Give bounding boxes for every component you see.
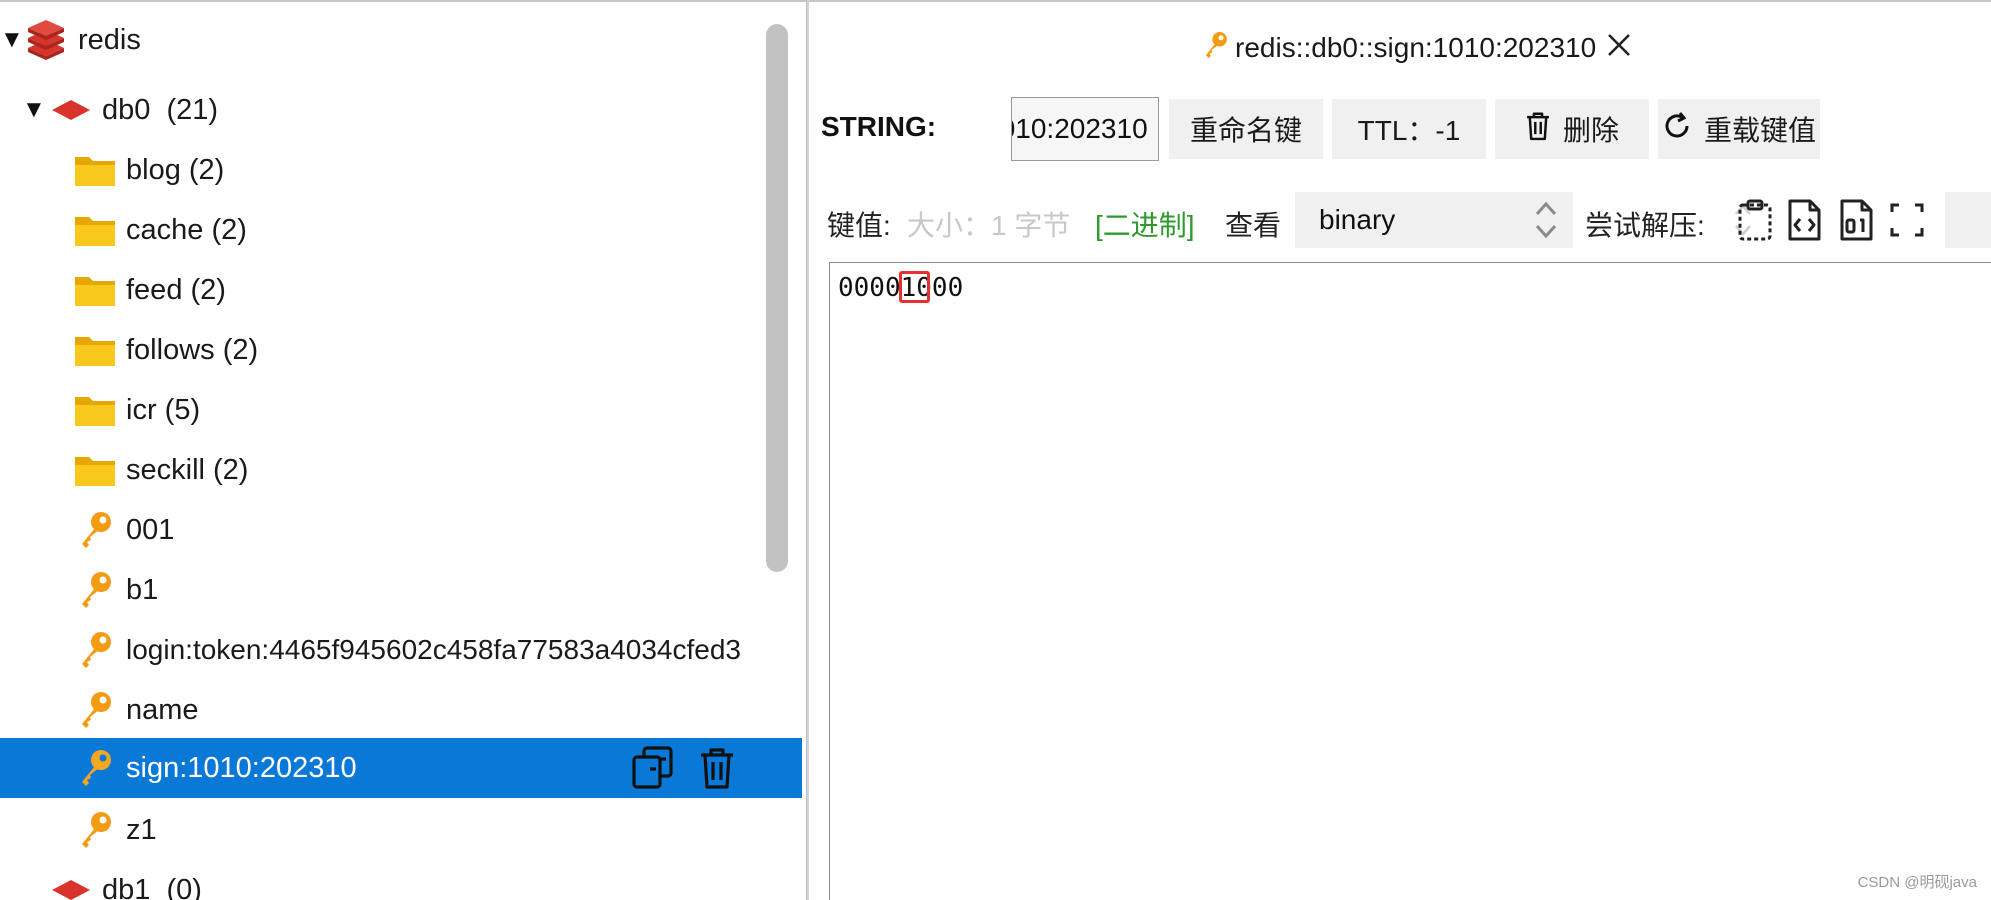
- tree-folder-seckill[interactable]: seckill (2): [0, 440, 802, 500]
- key-type-label: STRING:: [821, 111, 937, 142]
- trash-icon: [1525, 111, 1551, 148]
- folder-icon: [74, 393, 116, 427]
- tree-node-db0[interactable]: ▼ db0 (21): [0, 80, 802, 140]
- tree-label: sign:1010:202310: [126, 751, 357, 784]
- decompress-label: 尝试解压:: [1585, 210, 1705, 241]
- tree-folder-blog[interactable]: blog (2): [0, 140, 802, 200]
- tree-key-z1[interactable]: z1: [0, 800, 802, 860]
- tree-label: name: [126, 693, 199, 726]
- reload-value-button[interactable]: 重载键值: [1658, 99, 1820, 159]
- folder-icon: [74, 333, 116, 367]
- tree-label: icr (5): [126, 393, 201, 426]
- rename-key-button[interactable]: 重命名键: [1169, 99, 1323, 159]
- key-icon: [78, 810, 114, 850]
- key-toolbar: STRING: 重命名键 TTL：-1 删除: [809, 97, 1991, 161]
- key-icon: [78, 630, 114, 670]
- code-file-icon[interactable]: [1785, 198, 1823, 242]
- rename-key-label: 重命名键: [1189, 115, 1302, 146]
- reload-label: 重载键值: [1703, 115, 1816, 146]
- database-icon: [50, 878, 92, 900]
- delete-key-button[interactable]: 删除: [1495, 99, 1649, 159]
- connection-tree: ▼ redis ▼ db0 (21) blog (2) cache (2) fe…: [0, 0, 806, 900]
- expand-arrow-icon[interactable]: ▼: [22, 96, 46, 124]
- redis-icon: [24, 18, 68, 62]
- tree-key-sign-selected[interactable]: sign:1010:202310: [0, 738, 802, 798]
- binary-tag: [二进制]: [1095, 210, 1195, 241]
- highlight-annotation: [899, 271, 930, 303]
- key-detail-panel: redis::db0::sign:1010:202310 STRING: 重命名…: [809, 0, 1991, 900]
- clipboard-icon[interactable]: [1735, 198, 1775, 242]
- database-icon: [50, 98, 92, 122]
- binary-file-icon[interactable]: [1837, 198, 1875, 242]
- tree-folder-follows[interactable]: follows (2): [0, 320, 802, 380]
- delete-key-icon[interactable]: [698, 746, 736, 790]
- key-icon: [78, 570, 114, 610]
- fullscreen-icon[interactable]: [1889, 198, 1925, 242]
- key-icon: [78, 690, 114, 730]
- tab-key-detail[interactable]: redis::db0::sign:1010:202310: [1203, 28, 1632, 68]
- delete-label: 删除: [1562, 115, 1619, 146]
- tree-label: cache (2): [126, 213, 247, 246]
- tree-key-name[interactable]: name: [0, 680, 802, 740]
- expand-arrow-icon[interactable]: ▼: [0, 26, 24, 54]
- tree-label: db1 (0): [102, 873, 202, 900]
- tree-scrollbar[interactable]: [766, 24, 788, 572]
- tree-label: login:token:4465f945602c458fa77583a4034c…: [126, 634, 742, 665]
- tree-node-db1[interactable]: db1 (0): [0, 860, 802, 900]
- folder-icon: [74, 213, 116, 247]
- folder-icon: [74, 153, 116, 187]
- app-window: ▼ redis ▼ db0 (21) blog (2) cache (2) fe…: [0, 0, 1991, 900]
- key-icon: [1203, 30, 1229, 67]
- folder-icon: [74, 453, 116, 487]
- tree-label: feed (2): [126, 273, 226, 306]
- view-mode-value: binary: [1319, 204, 1396, 235]
- reload-icon: [1662, 111, 1692, 148]
- tree-label: b1: [126, 573, 159, 606]
- key-name-input[interactable]: [1011, 97, 1159, 161]
- tree-key-b1[interactable]: b1: [0, 560, 802, 620]
- tab-title: redis::db0::sign:1010:202310: [1235, 32, 1597, 63]
- tree-folder-cache[interactable]: cache (2): [0, 200, 802, 260]
- close-tab-icon[interactable]: [1606, 32, 1632, 65]
- tree-node-redis[interactable]: ▼ redis: [0, 10, 802, 70]
- tree-label: z1: [126, 813, 157, 846]
- row-actions: [630, 745, 736, 791]
- tree-folder-icr[interactable]: icr (5): [0, 380, 802, 440]
- view-mode-select[interactable]: binary: [1295, 192, 1573, 248]
- copy-key-icon[interactable]: [630, 745, 676, 791]
- value-toolbar: 键值: 大小：1 字节 [二进制] 查看 binary 尝试解压:: [809, 192, 1991, 252]
- tree-folder-feed[interactable]: feed (2): [0, 260, 802, 320]
- ttl-button[interactable]: TTL：-1: [1332, 99, 1486, 159]
- tree-key-001[interactable]: 001: [0, 500, 802, 560]
- ttl-label: TTL：-1: [1357, 115, 1461, 146]
- tree-label: follows (2): [126, 333, 259, 366]
- tree-label: seckill (2): [126, 453, 249, 486]
- tree-label: db0 (21): [102, 93, 219, 126]
- tree-label: redis: [78, 23, 141, 56]
- tree-label: blog (2): [126, 153, 225, 186]
- watermark: CSDN @明砚java: [1857, 874, 1977, 891]
- tree-label: 001: [126, 513, 175, 546]
- value-label: 键值:: [827, 210, 891, 241]
- key-icon: [78, 748, 114, 788]
- select-chevron-icon: [1533, 198, 1559, 249]
- view-label: 查看: [1225, 210, 1282, 241]
- tree-key-login-token[interactable]: login:token:4465f945602c458fa77583a4034c…: [0, 620, 802, 680]
- folder-icon: [74, 273, 116, 307]
- value-editor[interactable]: 00001000: [829, 262, 1991, 900]
- extra-toolbar-button[interactable]: [1945, 192, 1991, 248]
- value-size: 大小：1 字节: [907, 210, 1071, 241]
- key-icon: [78, 510, 114, 550]
